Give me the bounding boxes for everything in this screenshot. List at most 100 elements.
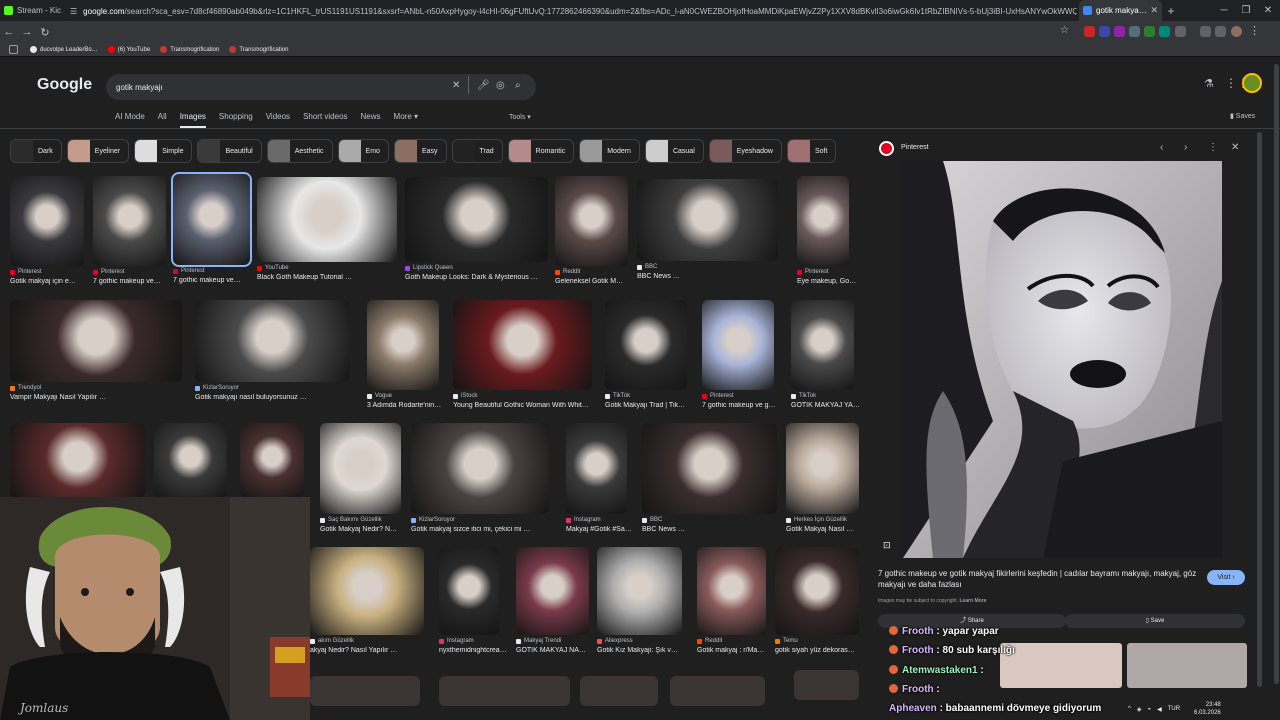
result-title[interactable]: Makyaj #Gotik #Sa… — [566, 526, 635, 533]
refinement-chip[interactable]: Simple — [134, 139, 193, 163]
result-source[interactable]: Pinterest — [797, 269, 829, 275]
result-source[interactable]: Aliexpress — [597, 638, 633, 644]
search-input[interactable]: gotik makyajı — [106, 74, 536, 100]
apps-icon[interactable] — [9, 45, 18, 54]
result-thumbnail[interactable] — [320, 423, 401, 514]
result-title[interactable]: GOTİK MAKYAJ YA… — [791, 402, 862, 409]
image-result[interactable]: Pinterest Gotik makyaj için e… — [10, 176, 84, 290]
result-thumbnail[interactable] — [411, 423, 549, 514]
image-result[interactable]: KizlarSoruyor Gotik makyajı nasıl buluyor… — [195, 300, 350, 406]
result-title[interactable]: Gotik Makyaj Nasıl … — [786, 526, 867, 533]
wifi-icon[interactable]: ◒ — [1147, 706, 1151, 712]
close-window-icon[interactable]: ✕ — [1257, 0, 1279, 21]
result-thumbnail[interactable] — [555, 176, 628, 266]
extension-icon[interactable] — [1144, 26, 1155, 37]
refinement-chip[interactable]: Modern — [579, 139, 640, 163]
result-thumbnail[interactable] — [702, 300, 774, 390]
result-title[interactable]: Gotik makyaj için e… — [10, 278, 92, 285]
search-mode-tab[interactable]: Videos — [266, 112, 290, 128]
result-title[interactable]: BBC News … — [637, 273, 786, 280]
result-thumbnail[interactable] — [797, 176, 849, 266]
result-title[interactable]: Vampir Makyajı Nasıl Yapılır … — [10, 394, 190, 401]
result-thumbnail[interactable] — [786, 423, 859, 514]
result-title[interactable]: 7 gothic makeup ve g… — [702, 402, 782, 409]
result-title[interactable]: gotik siyah yüz dekoras… — [775, 647, 867, 654]
image-result[interactable]: akım Güzellik akyaj Nedir? Nasıl Yapılır … — [310, 547, 424, 659]
image-result[interactable]: BBC BBC News … — [642, 423, 777, 538]
result-title[interactable]: akyaj Nedir? Nasıl Yapılır … — [310, 647, 432, 654]
result-thumbnail[interactable] — [310, 676, 420, 706]
next-icon[interactable]: › — [1184, 142, 1187, 153]
result-thumbnail[interactable] — [367, 300, 439, 390]
result-source[interactable]: akım Güzellik — [310, 638, 354, 644]
result-source[interactable]: Vogue — [367, 393, 392, 399]
result-thumbnail[interactable] — [670, 676, 765, 706]
refinement-chip[interactable]: Dark — [10, 139, 62, 163]
refinement-chip[interactable]: Eyeliner — [66, 139, 130, 163]
result-thumbnail[interactable] — [516, 547, 589, 635]
result-source[interactable]: KizlarSoruyor — [195, 385, 239, 391]
result-source[interactable]: TikTok — [791, 393, 816, 399]
result-source[interactable]: Pinterest — [93, 269, 125, 275]
result-thumbnail[interactable] — [566, 423, 627, 514]
refinement-chip[interactable]: Beautiful — [197, 139, 262, 163]
language-indicator[interactable]: TUR — [1168, 706, 1180, 712]
refinement-chip[interactable]: Trad — [451, 139, 503, 163]
result-title[interactable]: Gotik Makyajı Trad | Tik… — [605, 402, 695, 409]
lens-icon[interactable]: ◎ — [496, 80, 505, 91]
result-thumbnail[interactable] — [93, 176, 166, 266]
refinement-chip[interactable]: Aesthetic — [266, 139, 333, 163]
result-title[interactable]: 7 gothic makeup ve… — [93, 278, 174, 285]
extension-icon[interactable] — [1129, 26, 1140, 37]
previous-icon[interactable]: ‹ — [1160, 142, 1163, 153]
result-thumbnail[interactable] — [642, 423, 777, 514]
image-result[interactable]: BBC BBC News … — [637, 179, 778, 285]
clock[interactable]: 23:48 6.03.2026 — [1194, 701, 1221, 717]
close-tab-icon[interactable]: ✕ — [1150, 5, 1158, 16]
result-title[interactable]: Gotik Makyaj Nedir? N… — [320, 526, 409, 533]
new-tab-icon[interactable]: + — [1162, 4, 1180, 18]
forward-icon[interactable]: → — [18, 26, 36, 38]
search-mode-tab[interactable]: AI Mode — [115, 112, 145, 128]
saves-button[interactable]: ▮ Saves — [1230, 112, 1255, 120]
image-result[interactable]: Makyaj Trendi GOTİK MAKYAJ NA… — [516, 547, 589, 659]
save-button[interactable]: ▯ Save — [1065, 614, 1245, 628]
search-icon[interactable]: ⌕ — [515, 80, 521, 91]
extensions-puzzle-icon[interactable] — [1175, 26, 1186, 37]
image-result[interactable]: Pinterest 7 gothic makeup ve… — [93, 176, 166, 290]
result-title[interactable]: Black Goth Makeup Tutorial … — [257, 274, 405, 281]
image-result[interactable]: Saç Bakımı Güzellik Gotik Makyaj Nedir? N… — [320, 423, 401, 538]
extension-icon[interactable] — [1114, 26, 1125, 37]
result-source[interactable]: KizlarSoruyor — [411, 517, 455, 523]
result-thumbnail[interactable] — [405, 177, 548, 262]
panel-title[interactable]: 7 gothic makeup ve gotik makyaj fikirler… — [878, 568, 1198, 590]
result-title[interactable]: Gotik makyaj sizce itici mi, çekici mi … — [411, 526, 557, 533]
close-panel-icon[interactable]: ✕ — [1231, 142, 1239, 153]
result-title[interactable]: Young Beautiful Gothic Woman With Whit… — [453, 402, 600, 409]
result-title[interactable]: GOTİK MAKYAJ NA… — [516, 647, 597, 654]
result-thumbnail[interactable] — [439, 547, 499, 635]
result-thumbnail[interactable] — [597, 547, 682, 635]
result-thumbnail[interactable] — [195, 300, 350, 382]
download-icon[interactable] — [1215, 26, 1226, 37]
site-info-icon[interactable]: ☰ — [70, 7, 77, 16]
result-title[interactable]: Goth Makeup Looks: Dark & Mysterious … — [405, 274, 556, 281]
search-mode-tab[interactable]: All — [158, 112, 167, 128]
image-result[interactable]: Herkes İçin Güzellik Gotik Makyaj Nasıl … — [786, 423, 859, 538]
minimize-icon[interactable]: ─ — [1213, 0, 1235, 21]
result-thumbnail[interactable] — [580, 676, 658, 706]
bookmark-item[interactable]: ducvolpe LeaderBo… — [30, 46, 98, 53]
tools-button[interactable]: Tools ▾ — [509, 113, 531, 121]
image-result[interactable]: Lipstick Queen Goth Makeup Looks: Dark & … — [405, 177, 548, 286]
image-result[interactable]: Instagram Makyaj #Gotik #Sa… — [566, 423, 632, 538]
extension-icon[interactable] — [1099, 26, 1110, 37]
result-thumbnail[interactable] — [257, 177, 397, 262]
bookmark-item[interactable]: (6) YouTube — [107, 46, 150, 53]
image-result[interactable]: Vogue 3 Adımda Rodarte'nin… — [367, 300, 441, 414]
result-thumbnail[interactable] — [637, 179, 778, 261]
result-title[interactable]: Gotik Kız Makyajı: Şık v… — [597, 647, 690, 654]
result-thumbnail[interactable] — [154, 423, 227, 498]
result-thumbnail[interactable] — [453, 300, 592, 390]
result-title[interactable]: 7 gothic makeup ve… — [173, 277, 258, 284]
learn-more-link[interactable]: Learn More — [959, 598, 986, 604]
